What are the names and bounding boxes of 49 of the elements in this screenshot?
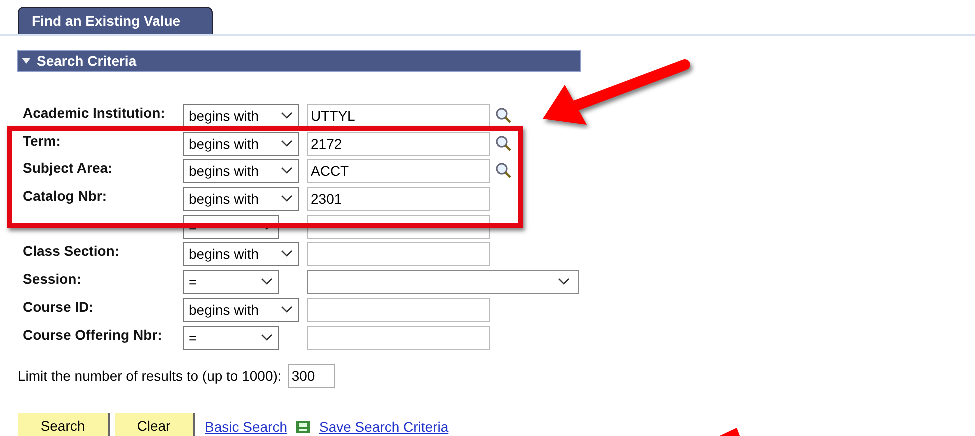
value-field[interactable]: UTTYL — [307, 104, 490, 128]
value-field[interactable] — [307, 326, 490, 350]
value-field[interactable]: ACCT — [307, 159, 490, 184]
field-label: Catalog Nbr: — [23, 187, 108, 206]
caret-icon — [281, 140, 293, 148]
caret-icon — [281, 167, 293, 176]
caret-icon — [281, 195, 293, 204]
section-title: Search Criteria — [37, 53, 137, 69]
field-label: Class Section: — [23, 242, 120, 260]
section-header[interactable]: Search Criteria — [17, 50, 581, 72]
limit-label: Limit the number of results to (up to 1000): — [18, 368, 282, 384]
operator-dropdown[interactable]: begins with — [183, 159, 299, 184]
save-icon[interactable] — [295, 420, 312, 434]
caret-icon — [261, 334, 273, 342]
field-label: Course Offering Nbr: — [23, 326, 164, 344]
field-label: Subject Area: — [23, 159, 114, 178]
link[interactable]: Basic Search — [205, 418, 288, 434]
caret-icon — [281, 306, 293, 314]
value-field[interactable] — [307, 242, 490, 266]
search-icon[interactable] — [495, 134, 513, 153]
caret-icon — [261, 278, 273, 286]
value-field[interactable]: 2172 — [307, 132, 490, 156]
value-field[interactable] — [307, 214, 490, 239]
field-label: Session: — [23, 270, 82, 288]
caret-icon — [281, 250, 293, 258]
operator-dropdown[interactable]: begins with — [183, 242, 299, 266]
action-button[interactable]: Clear — [115, 412, 195, 436]
caret-icon — [281, 112, 293, 120]
value-field[interactable] — [307, 298, 490, 322]
search-icon[interactable] — [495, 107, 513, 125]
value-dropdown[interactable] — [307, 270, 579, 294]
operator-dropdown[interactable]: begins with — [183, 187, 299, 212]
operator-dropdown[interactable]: begins with — [183, 298, 299, 322]
field-label: Course ID: — [23, 298, 95, 316]
tab[interactable]: Find an Existing Value — [18, 7, 213, 34]
value-field[interactable]: 2301 — [307, 187, 490, 212]
annotation-arrow — [720, 428, 740, 436]
operator-dropdown[interactable]: begins with — [183, 132, 299, 156]
link[interactable]: Save Search Criteria — [319, 418, 449, 434]
caret-icon — [558, 278, 570, 286]
triangle-icon[interactable] — [22, 58, 31, 64]
field-label: Academic Institution: — [23, 104, 166, 122]
limit-field[interactable]: 300 — [288, 364, 335, 388]
search-icon[interactable] — [495, 162, 513, 180]
operator-dropdown[interactable]: = — [183, 270, 279, 294]
operator-dropdown[interactable]: = — [183, 326, 279, 350]
operator-dropdown[interactable]: begins with — [183, 104, 299, 128]
field-label: Term: — [23, 132, 62, 150]
action-button[interactable]: Search — [18, 412, 110, 436]
